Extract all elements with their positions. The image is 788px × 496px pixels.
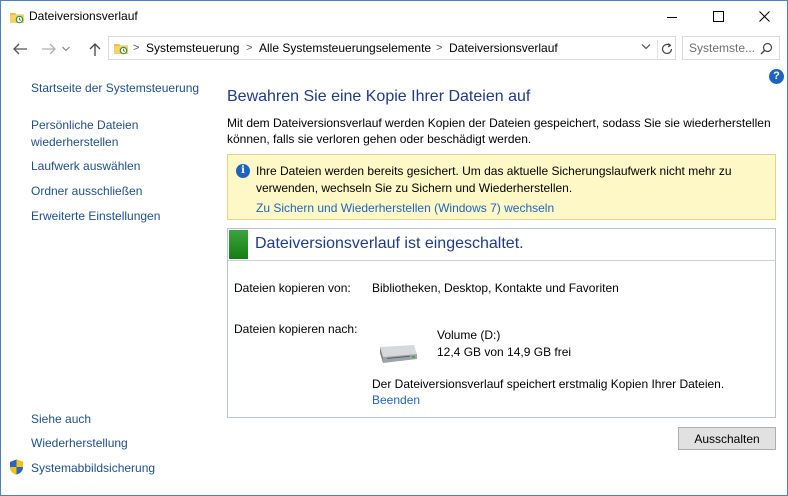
sidebar-link-advanced-settings[interactable]: Erweiterte Einstellungen	[31, 208, 160, 225]
close-icon	[758, 11, 770, 22]
see-also-heading: Siehe auch	[31, 412, 92, 426]
breadcrumb-separator-icon[interactable]: >	[436, 42, 442, 54]
turn-off-button[interactable]: Ausschalten	[678, 427, 776, 450]
breadcrumb-separator-icon[interactable]: >	[246, 42, 252, 54]
breadcrumb-separator-icon[interactable]: >	[133, 42, 139, 54]
folder-history-icon	[10, 13, 24, 24]
breadcrumb-item[interactable]: Alle Systemsteuerungselemente	[259, 41, 431, 55]
address-bar[interactable]: > Systemsteuerung > Alle Systemsteuerung…	[108, 36, 676, 60]
chevron-down-icon	[62, 46, 70, 52]
close-button[interactable]	[741, 1, 787, 32]
drive-name: Volume (D:)	[437, 328, 501, 342]
breadcrumb-item[interactable]: Dateiversionsverlauf	[449, 41, 558, 55]
drive-icon	[380, 345, 417, 363]
arrow-left-icon	[13, 43, 27, 55]
drive-space: 12,4 GB von 14,9 GB frei	[437, 345, 572, 359]
arrow-right-icon	[42, 43, 56, 55]
sidebar-link-restore-line1[interactable]: Persönliche Dateien	[31, 117, 138, 134]
maximize-icon	[712, 11, 724, 22]
help-button[interactable]: ?	[769, 69, 784, 84]
search-input[interactable]: Systemste...	[689, 41, 755, 55]
page-title: Bewahren Sie eine Kopie Ihrer Dateien au…	[227, 88, 531, 105]
status-indicator	[229, 230, 248, 259]
status-title: Dateiversionsverlauf ist eingeschaltet.	[255, 235, 524, 252]
forward-button[interactable]	[38, 39, 60, 59]
copy-to-label: Dateien kopieren nach:	[234, 322, 358, 336]
copy-from-value: Bibliotheken, Desktop, Kontakte und Favo…	[372, 281, 619, 295]
back-button[interactable]	[9, 39, 31, 59]
sidebar-link-recovery[interactable]: Wiederherstellung	[31, 435, 128, 452]
sidebar-link-system-image-backup[interactable]: Systemabbildsicherung	[31, 460, 155, 477]
folder-history-icon	[114, 44, 128, 55]
sidebar-link-select-drive[interactable]: Laufwerk auswählen	[31, 158, 140, 175]
sidebar-link-exclude-folders[interactable]: Ordner ausschließen	[31, 183, 142, 200]
uac-shield-icon	[10, 459, 23, 475]
status-panel: Dateiversionsverlauf ist eingeschaltet. …	[227, 228, 776, 418]
refresh-icon	[661, 43, 673, 55]
search-box[interactable]: Systemste...	[682, 36, 780, 60]
minimize-icon	[667, 16, 677, 18]
stop-link[interactable]: Beenden	[372, 393, 420, 407]
info-text: Ihre Dateien werden bereits gesichert. U…	[256, 164, 732, 195]
sidebar-link-home[interactable]: Startseite der Systemsteuerung	[31, 80, 199, 97]
backup-restore-link[interactable]: Zu Sichern und Wiederherstellen (Windows…	[256, 201, 554, 215]
chevron-down-icon[interactable]	[641, 43, 651, 51]
copy-from-label: Dateien kopieren von:	[234, 281, 351, 295]
maximize-button[interactable]	[695, 1, 741, 32]
sidebar-link-restore-line2[interactable]: wiederherstellen	[31, 134, 118, 151]
arrow-up-icon	[89, 42, 101, 56]
info-icon: i	[236, 164, 250, 178]
status-message: Der Dateiversionsverlauf speichert erstm…	[372, 377, 725, 391]
status-header: Dateiversionsverlauf ist eingeschaltet.	[228, 229, 775, 261]
refresh-button[interactable]	[657, 40, 676, 58]
title-bar[interactable]: Dateiversionsverlauf	[1, 1, 787, 32]
minimize-button[interactable]	[649, 1, 695, 32]
window-title: Dateiversionsverlauf	[29, 9, 138, 23]
up-button[interactable]	[84, 39, 106, 59]
info-banner: i Ihre Dateien werden bereits gesichert.…	[227, 154, 776, 220]
breadcrumb-item[interactable]: Systemsteuerung	[146, 41, 239, 55]
recent-locations-button[interactable]	[59, 39, 73, 59]
search-icon[interactable]	[760, 42, 773, 55]
page-description: Mit dem Dateiversionsverlauf werden Kopi…	[227, 116, 771, 146]
window: Dateiversionsverlauf > Systemsteuerung >	[0, 0, 788, 496]
